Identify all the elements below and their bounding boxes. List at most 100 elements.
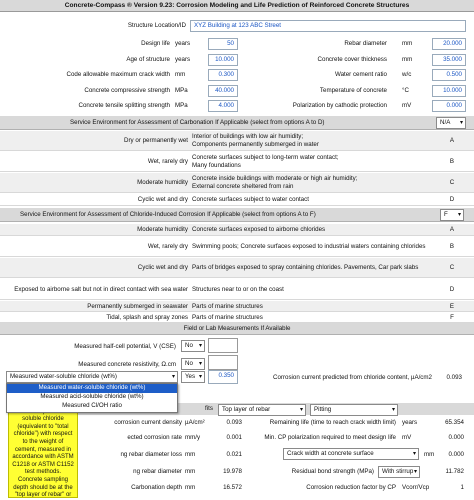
carbonation-description-text: Interior of buildings with low air humid… [192,133,319,148]
right-input-unit: mV [402,102,412,109]
half-cell-input[interactable] [208,338,238,353]
chevron-down-icon: ▾ [171,374,175,380]
chloride-code: B [440,237,464,257]
corrosion-current-label: Corrosion current predicted from chlorid… [272,374,432,381]
left-input-field[interactable]: 40.000 [208,85,238,97]
chloride-code: F [440,313,464,323]
resistivity-label: Measured concrete resistivity, Ω.cm [78,361,176,368]
chloride-section-header: Service Environment for Assessment of Ch… [0,208,474,222]
carbonation-select[interactable]: N/A ▾ [436,117,466,129]
chloride-code: E [440,301,464,312]
chloride-description-text: Parts of marine structures [192,302,263,310]
result-right-value: 0.000 [448,451,464,458]
left-input-unit: mm [175,71,186,78]
dropdown-option-acid-soluble[interactable]: Measured acid-soluble chloride (wt%) [7,393,177,402]
chloride-condition-text: Cyclic wet and dry [137,264,188,271]
rebar-layer-value: Top layer of rebar [222,406,271,413]
chloride-condition: Exposed to airborne salt but not in dire… [0,279,188,300]
chloride-condition-text: Exposed to airborne salt but not in dire… [14,285,188,293]
half-cell-label: Measured half-cell potential, V (CSE) [74,343,176,350]
result-right-value: 1 [460,484,464,491]
left-input-unit: MPa [175,102,188,109]
right-input-label: Water cement ratio [334,71,387,78]
left-input-field[interactable]: 0.300 [208,69,238,81]
chloride-yes-select[interactable]: Yes ▾ [181,371,205,383]
chloride-description: Structures near to or on the coast [192,279,432,300]
chloride-measure-select[interactable]: Measured water-soluble chloride (wt%) ▾ [6,371,178,383]
half-cell-select[interactable]: No ▾ [181,340,205,352]
carbonation-description-text: Concrete surfaces subject to long-term w… [192,154,339,169]
result-label: ng rebar diameter loss [120,451,182,458]
carbonation-code-text: A [449,137,455,144]
dropdown-option-cl-oh-ratio[interactable]: Measured Cl/OH ratio [7,402,177,411]
corrosion-mode-value: Pitting [314,406,332,413]
chloride-condition-text: Moderate humidity [137,226,188,233]
rebar-layer-select[interactable]: Top layer of rebar ▾ [218,404,306,416]
structure-location-input[interactable]: XYZ Building at 123 ABC Street [190,20,466,32]
chloride-select[interactable]: F ▾ [440,209,464,221]
chloride-measure-select-value: Measured water-soluble chloride (wt%) [10,373,117,380]
carbonation-description: Concrete surfaces subject to long-term w… [192,152,422,172]
result-right-unit: Vcorr/Vcp [402,484,430,491]
carbonation-description: Concrete surfaces subject to water conta… [192,194,422,206]
chevron-down-icon: ▾ [198,374,202,380]
left-input-label: Concrete tensile splitting strength [78,102,171,109]
right-input-field[interactable]: 35.000 [432,54,466,66]
left-input-unit: years [175,56,191,63]
right-input-unit: mm [402,56,413,63]
left-input-field[interactable]: 4.000 [208,100,238,112]
chevron-down-icon: ▾ [413,469,417,475]
chloride-description-text: Swimming pools; Concrete surfaces expose… [192,243,426,250]
right-input-field[interactable]: 10.000 [432,85,466,97]
crack-width-select[interactable]: Crack width at concrete surface ▾ [283,448,419,460]
chevron-down-icon: ▾ [299,407,303,413]
chloride-value-input[interactable]: 0.350 [208,370,238,384]
carbonation-section-title: Service Environment for Assessment of Ca… [70,119,325,126]
carbonation-code-text: B [449,158,455,165]
dropdown-option-water-soluble[interactable]: Measured water-soluble chloride (wt%) [7,384,177,393]
result-unit: mm [185,484,196,491]
chloride-description: Parts of bridges exposed to spray contai… [192,258,432,278]
carbonation-code: C [440,173,464,193]
left-input-unit: years [175,40,191,47]
chloride-condition: Moderate humidity [0,224,188,236]
result-unit: µA/cm² [185,419,205,426]
result-label: Carbonation depth [131,484,182,491]
result-right-label: Residual bond strength (MPa) [291,468,374,475]
right-input-unit: w/c [402,71,412,78]
chloride-code: C [440,258,464,278]
chloride-condition: Tidal, splash and spray zones [0,313,188,323]
chevron-down-icon: ▾ [198,343,202,349]
left-input-field[interactable]: 10.000 [208,54,238,66]
carbonation-select-value: N/A [440,119,451,126]
corrosion-current-value: 0.093 [446,374,462,381]
left-input-field[interactable]: 50 [208,38,238,50]
resistivity-input[interactable] [208,355,238,370]
corrosion-mode-select[interactable]: Pitting ▾ [310,404,398,416]
carbonation-code: D [440,194,464,206]
chloride-condition-text: Permanently submerged in seawater [87,302,188,310]
carbonation-condition: Cyclic wet and dry [0,194,188,206]
result-value: 0.093 [226,419,242,426]
carbonation-description-text: Concrete surfaces subject to water conta… [192,196,309,203]
resistivity-select[interactable]: No ▾ [181,358,205,370]
chloride-description: Parts of marine structures [192,301,432,312]
right-input-field[interactable]: 20.000 [432,38,466,50]
right-input-field[interactable]: 0.500 [432,69,466,81]
result-value: 0.001 [226,434,242,441]
half-cell-select-value: No [185,342,193,349]
chloride-description-text: Parts of bridges exposed to spray contai… [192,264,419,271]
result-unit: mm [185,451,196,458]
chloride-select-value: F [444,211,448,218]
chloride-code: D [440,279,464,300]
chloride-description-text: Parts of marine structures [192,314,263,321]
right-input-field[interactable]: 0.000 [432,100,466,112]
chloride-description: Parts of marine structures [192,313,432,323]
left-input-label: Design life [141,40,170,47]
result-right-label: Corrosion reduction factor by CP [306,484,396,491]
carbonation-condition-text: Wet, rarely dry [147,158,188,165]
stirrup-select[interactable]: With stirrup ▾ [378,466,420,478]
carbonation-description: Interior of buildings with low air humid… [192,131,422,151]
chloride-description: Swimming pools; Concrete surfaces expose… [192,237,432,257]
resistivity-select-value: No [185,360,193,367]
